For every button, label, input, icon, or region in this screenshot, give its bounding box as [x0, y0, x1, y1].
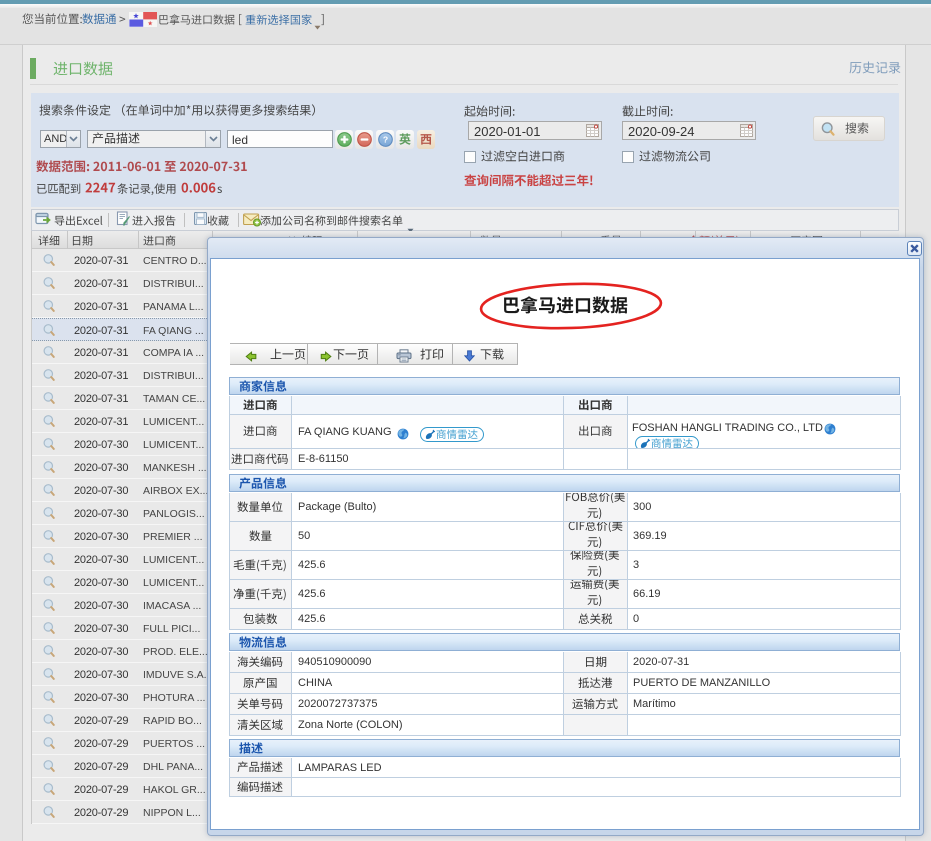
- svg-text:?: ?: [382, 135, 387, 145]
